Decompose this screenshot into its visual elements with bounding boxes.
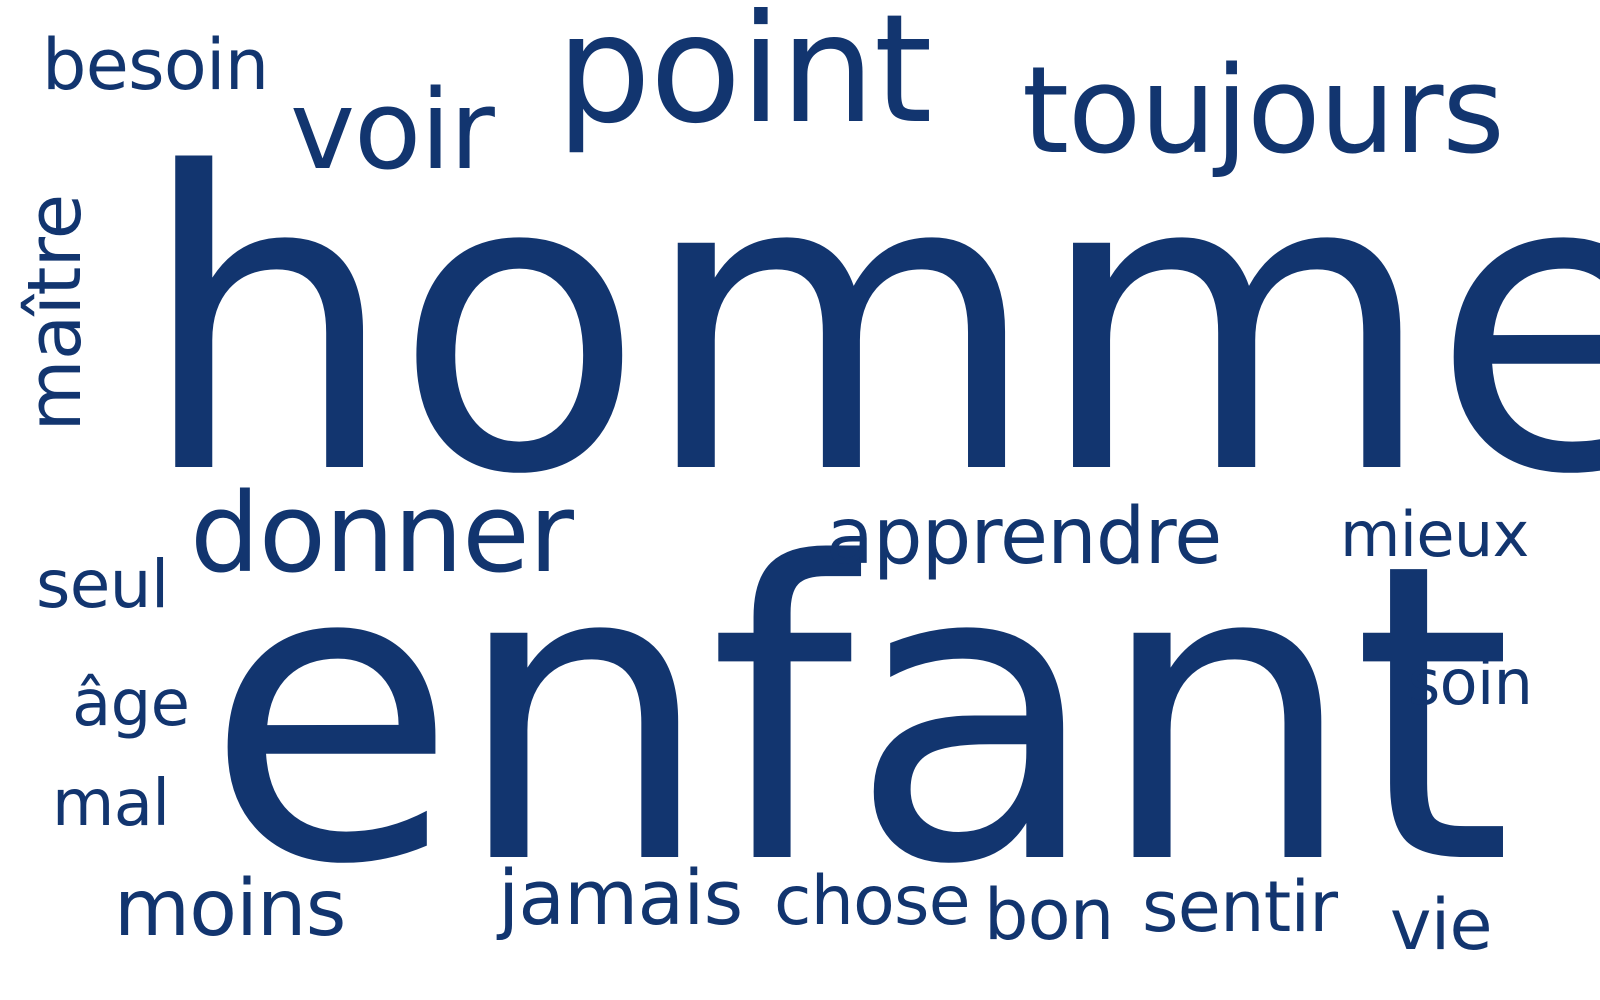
word-maitre: maître xyxy=(12,194,98,432)
word-toujours: toujours xyxy=(1022,42,1505,181)
word-sentir: sentir xyxy=(1142,866,1338,948)
word-moins: moins xyxy=(114,864,346,954)
word-mieux: mieux xyxy=(1340,498,1529,571)
word-voir: voir xyxy=(290,66,495,194)
word-point: point xyxy=(556,0,933,157)
word-cloud: homme enfant point toujours voir donner appren… xyxy=(0,0,1600,1000)
word-seul: seul xyxy=(36,546,169,623)
word-mal: mal xyxy=(52,767,170,841)
word-jamais: jamais xyxy=(498,853,743,942)
word-soin: soin xyxy=(1408,646,1533,719)
word-apprendre: apprendre xyxy=(826,492,1222,582)
word-chose: chose xyxy=(774,862,971,941)
word-age: âge xyxy=(72,667,190,741)
word-bon: bon xyxy=(984,874,1114,956)
word-donner: donner xyxy=(190,469,574,597)
word-besoin: besoin xyxy=(42,24,269,106)
word-vie: vie xyxy=(1390,884,1493,966)
